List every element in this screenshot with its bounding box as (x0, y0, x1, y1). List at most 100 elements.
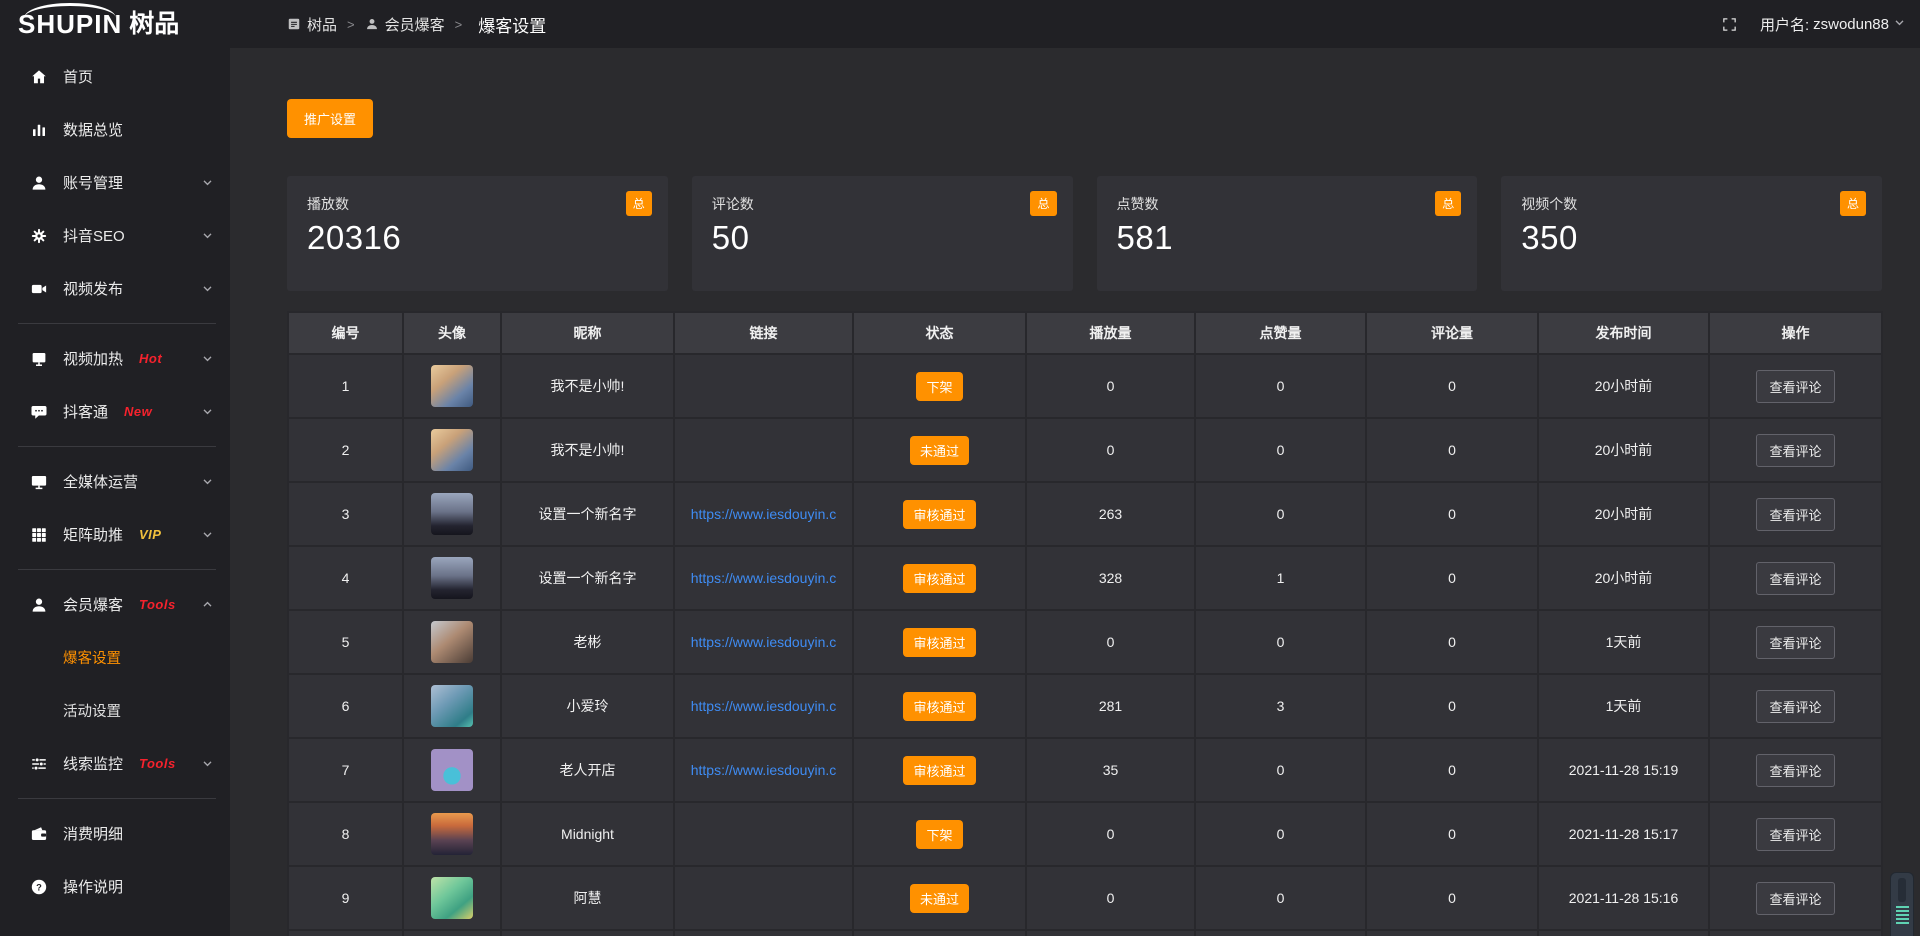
col-header-status: 状态 (853, 312, 1026, 354)
col-header-likes: 点赞量 (1195, 312, 1366, 354)
sidebar-item-video-publish[interactable]: 视频发布 (0, 262, 230, 315)
table-body: 1我不是小帅!下架00020小时前查看评论2我不是小帅!未通过00020小时前查… (288, 354, 1882, 936)
stat-card-videos: 视频个数 350 总 (1501, 176, 1882, 291)
view-comments-button[interactable]: 查看评论 (1756, 498, 1834, 531)
sidebar-subitem-baoke-setting[interactable]: 爆客设置 (0, 631, 230, 684)
stat-value: 20316 (307, 219, 648, 257)
breadcrumb-item-member[interactable]: 会员爆客 (365, 14, 445, 35)
col-header-avatar: 头像 (403, 312, 501, 354)
stat-card-likes: 点赞数 581 总 (1097, 176, 1478, 291)
sidebar-subitem-activity-setting[interactable]: 活动设置 (0, 684, 230, 737)
status-badge: 审核通过 (903, 500, 975, 529)
sidebar-item-label: 会员爆客 (63, 594, 123, 615)
video-link[interactable]: https://www.iesdouyin.c (691, 570, 837, 586)
view-comments-button[interactable]: 查看评论 (1756, 370, 1834, 403)
action-cell: 查看评论 (1709, 546, 1882, 610)
total-badge: 总 (1435, 191, 1461, 216)
sidebar-item-member-baoke[interactable]: 会员爆客Tools (0, 578, 230, 631)
chevron-down-icon (201, 176, 214, 189)
view-comments-button[interactable]: 查看评论 (1756, 882, 1834, 915)
sidebar-item-home[interactable]: 首页 (0, 50, 230, 103)
avatar (431, 493, 473, 535)
row-no: 6 (288, 674, 403, 738)
sidebar-item-matrix-boost[interactable]: 矩阵助推VIP (0, 508, 230, 561)
action-cell: 查看评论 (1709, 610, 1882, 674)
sidebar-item-douyin-seo[interactable]: 抖音SEO (0, 209, 230, 262)
widget-handle (1898, 878, 1906, 902)
view-comments-button[interactable]: 查看评论 (1756, 754, 1834, 787)
sidebar-item-account-manage[interactable]: 账号管理 (0, 156, 230, 209)
plays-cell: 0 (1026, 866, 1195, 930)
stat-label: 视频个数 (1521, 194, 1862, 214)
stat-label: 点赞数 (1117, 194, 1458, 214)
logo-text-en: SHUPIN (18, 11, 122, 37)
video-table: 编号 头像 昵称 链接 状态 播放量 点赞量 评论量 发布时间 操作 1我不是小… (287, 311, 1882, 936)
status-cell: 未通过 (853, 866, 1026, 930)
view-comments-button[interactable]: 查看评论 (1756, 626, 1834, 659)
breadcrumb-item-home[interactable]: 树品 (287, 14, 337, 35)
video-link[interactable]: https://www.iesdouyin.c (691, 762, 837, 778)
breadcrumb-label: 树品 (307, 14, 337, 35)
table-header-row: 编号 头像 昵称 链接 状态 播放量 点赞量 评论量 发布时间 操作 (288, 312, 1882, 354)
avatar (431, 877, 473, 919)
chevron-down-icon (201, 282, 214, 295)
sidebar: 首页数据总览账号管理抖音SEO 视频发布视频加热Hot抖客通New 全媒体运营矩阵助… (0, 48, 230, 936)
action-cell: 查看评论 (1709, 802, 1882, 866)
likes-cell: 0 (1195, 482, 1366, 546)
fullscreen-icon[interactable] (1721, 16, 1738, 33)
monitor-icon (30, 473, 48, 491)
status-badge: 审核通过 (903, 756, 975, 785)
nickname-cell: 我不是小帅! (501, 354, 674, 418)
member-icon (30, 596, 48, 614)
stat-card-comments: 评论数 50 总 (692, 176, 1073, 291)
username-dropdown[interactable]: 用户名: zswodun88 (1760, 14, 1906, 35)
link-cell: https://www.iesdouyin.c (674, 482, 853, 546)
likes-cell: 0 (1195, 610, 1366, 674)
published-cell: 2021-11-28 15:19 (1538, 738, 1709, 802)
avatar-cell (403, 674, 501, 738)
sidebar-item-media-operation[interactable]: 全媒体运营 (0, 455, 230, 508)
sidebar-item-data-overview[interactable]: 数据总览 (0, 103, 230, 156)
sliders-icon (30, 755, 48, 773)
view-comments-button[interactable]: 查看评论 (1756, 562, 1834, 595)
view-comments-button[interactable]: 查看评论 (1756, 690, 1834, 723)
row-no: 4 (288, 546, 403, 610)
sidebar-item-operation-guide[interactable]: ?操作说明 (0, 860, 230, 913)
view-comments-button[interactable]: 查看评论 (1756, 818, 1834, 851)
published-cell (1538, 930, 1709, 936)
action-cell: 查看评论 (1709, 674, 1882, 738)
floating-widget[interactable] (1890, 872, 1914, 936)
sidebar-item-label: 抖客通 (63, 401, 108, 422)
avatar-cell (403, 866, 501, 930)
promo-settings-button[interactable]: 推广设置 (287, 99, 373, 138)
sidebar-item-consume-detail[interactable]: 消费明细 (0, 807, 230, 860)
member-icon (365, 17, 379, 31)
video-link[interactable]: https://www.iesdouyin.c (691, 634, 837, 650)
status-cell (853, 930, 1026, 936)
status-cell: 审核通过 (853, 610, 1026, 674)
view-comments-button[interactable]: 查看评论 (1756, 434, 1834, 467)
menu-tag: Tools (139, 756, 176, 771)
total-badge: 总 (626, 191, 652, 216)
row-no: 2 (288, 418, 403, 482)
likes-cell: 0 (1195, 418, 1366, 482)
sidebar-item-label: 抖音SEO (63, 225, 125, 246)
sidebar-divider (18, 323, 216, 324)
avatar-cell (403, 738, 501, 802)
published-cell: 1天前 (1538, 674, 1709, 738)
sidebar-item-clue-monitor[interactable]: 线索监控Tools (0, 737, 230, 790)
row-no: 3 (288, 482, 403, 546)
video-link[interactable]: https://www.iesdouyin.c (691, 698, 837, 714)
chevron-down-icon (201, 405, 214, 418)
main-content: 推广设置 播放数 20316 总 评论数 50 总 点赞数 581 总 视频个数… (230, 48, 1920, 936)
avatar (431, 429, 473, 471)
status-cell: 审核通过 (853, 546, 1026, 610)
video-link[interactable]: https://www.iesdouyin.c (691, 506, 837, 522)
sidebar-item-video-heat[interactable]: 视频加热Hot (0, 332, 230, 385)
plays-cell: 0 (1026, 610, 1195, 674)
breadcrumb: 树品 > 会员爆客 > 爆客设置 (287, 12, 546, 37)
row-no: 5 (288, 610, 403, 674)
sidebar-item-douketong[interactable]: 抖客通New (0, 385, 230, 438)
plays-cell: 281 (1026, 674, 1195, 738)
avatar (431, 749, 473, 791)
